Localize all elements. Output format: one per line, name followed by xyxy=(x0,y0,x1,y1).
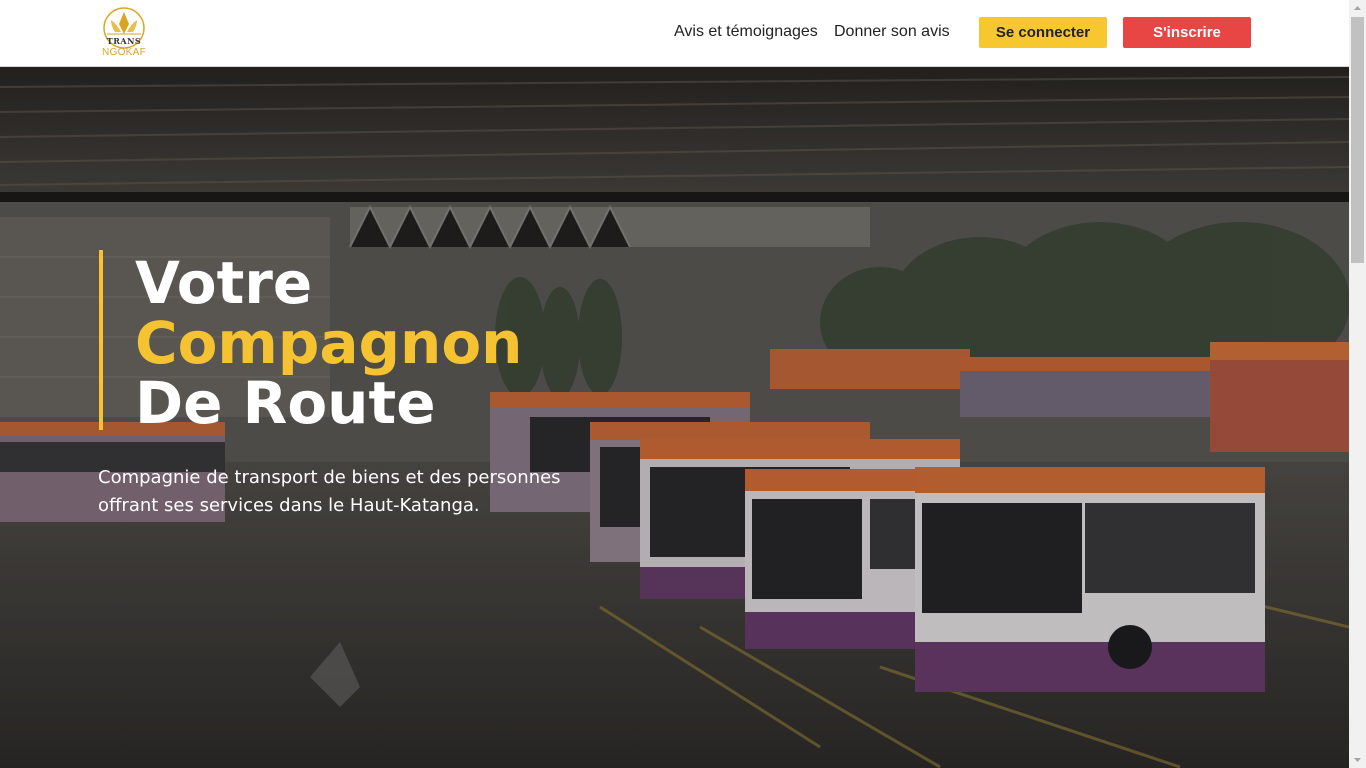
chevron-down-icon[interactable] xyxy=(1349,751,1366,768)
chevron-up-icon[interactable] xyxy=(1349,0,1366,17)
hero-title-line-1: Votre xyxy=(135,249,313,317)
hero-accent-bar xyxy=(99,250,103,430)
hero-section: Votre Compagnon De Route Compagnie de tr… xyxy=(0,67,1349,768)
nav-link-give-review[interactable]: Donner son avis xyxy=(834,23,950,41)
trans-ngokaf-logo[interactable]: TRANS NGOKAF xyxy=(97,6,151,60)
hero-title-line-3: De Route xyxy=(135,369,436,437)
hero-subtitle: Compagnie de transport de biens et des p… xyxy=(98,467,561,516)
scrollbar-thumb[interactable] xyxy=(1351,17,1364,263)
logo-text-top: TRANS xyxy=(106,36,142,46)
nav-link-reviews[interactable]: Avis et témoignages xyxy=(674,23,818,41)
signup-button[interactable]: S'inscrire xyxy=(1123,17,1251,48)
login-button[interactable]: Se connecter xyxy=(979,17,1107,48)
site-header: TRANS NGOKAF Avis et témoignages Donner … xyxy=(0,0,1349,67)
hero-title-line-2: Compagnon xyxy=(135,309,523,377)
hero-title: Votre Compagnon De Route xyxy=(135,253,522,433)
page-scrollbar[interactable] xyxy=(1349,0,1366,768)
logo-text-bottom: NGOKAF xyxy=(101,47,147,58)
